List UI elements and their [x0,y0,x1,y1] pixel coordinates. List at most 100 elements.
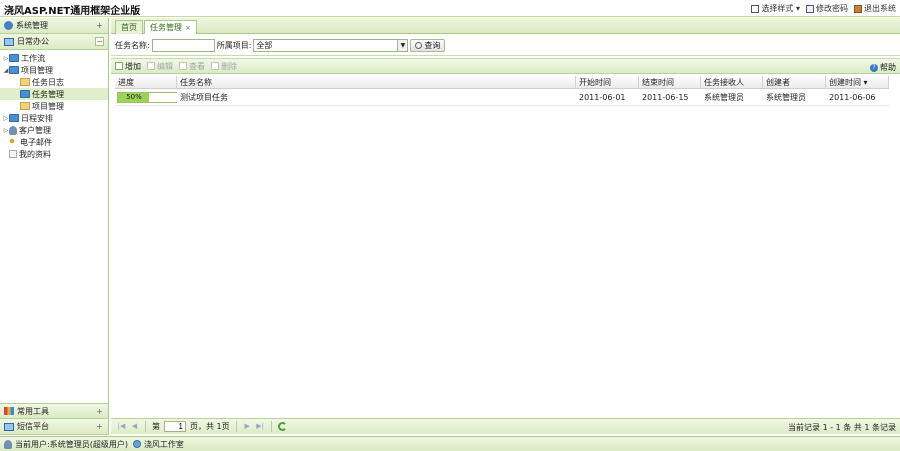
pager-info: 当前记录 1 - 1 条 共 1 条记录 [788,423,896,432]
tree-item-label: 日程安排 [21,113,53,123]
change-password-label: 修改密码 [816,4,848,13]
column-header-progress[interactable]: 进度 [115,75,177,89]
tree-item-task-log[interactable]: 任务日志 [0,76,108,88]
expand-icon[interactable]: + [95,422,104,431]
grid-header: 进度 任务名称 开始时间 结束时间 任务接收人 创建者 创建时间 ▾ [115,75,889,89]
progress-bar: 50% [117,91,177,103]
folder-icon [20,78,30,86]
column-header-task-name[interactable]: 任务名称 [177,75,576,89]
email-icon [9,137,18,147]
column-header-created-time[interactable]: 创建时间 ▾ [826,75,889,89]
tree-item-label: 任务管理 [32,89,64,99]
folder-icon [20,102,30,110]
password-icon [806,4,814,13]
page-prefix: 第 [152,422,160,431]
first-page-icon[interactable]: |◀ [117,422,126,431]
select-style-label: 选择样式 ▾ [761,4,800,13]
tab-task-management[interactable]: 任务管理 × [144,20,197,34]
expand-icon[interactable]: + [95,21,104,30]
help-button[interactable]: ? 帮助 [870,62,896,73]
tree-item-project-list[interactable]: 项目管理 [0,100,108,112]
accordion-sms-platform[interactable]: 短信平台 + [0,419,108,435]
delete-button[interactable]: 删除 [211,61,237,72]
tree-item-label: 工作流 [21,53,45,63]
tree-item-task-management[interactable]: 任务管理 [0,88,108,100]
monitor-icon [4,37,14,46]
project-folder-icon [9,66,19,74]
progress-text: 50% [126,92,142,101]
close-icon[interactable]: × [185,24,191,32]
table-row[interactable]: 50% 测试项目任务 2011-06-01 2011-06-15 系统管理员 系… [115,89,889,106]
tree-item-customer-management[interactable]: ▷ 客户管理 [0,124,108,136]
select-style-link[interactable]: 选择样式 ▾ [751,3,800,14]
accordion-label: 系统管理 [16,21,48,30]
app-header: 浇风ASP.NET通用框架企业版 选择样式 ▾ 修改密码 退出系统 [0,0,900,17]
accordion-system-management[interactable]: 系统管理 + [0,18,108,34]
calendar-icon [9,114,19,122]
add-icon [115,62,123,70]
project-select[interactable]: 全部 ▼ [253,38,409,52]
column-header-creator[interactable]: 创建者 [763,75,826,89]
tree-item-label: 客户管理 [19,125,51,135]
current-user-text: 当前用户:系统管理员(超级用户) [15,439,128,449]
pagination-bar: |◀ ◀ 第 页，共 1页 ▶ ▶| 当前记录 1 - 1 条 共 1 条记录 [111,418,900,434]
search-icon [415,41,423,49]
tree-item-label: 我的资料 [19,149,51,159]
accordion-common-tools[interactable]: 常用工具 + [0,403,108,419]
logout-link[interactable]: 退出系统 [854,3,896,14]
task-name-label: 任务名称: [115,40,150,50]
tree-item-schedule[interactable]: ▷ 日程安排 [0,112,108,124]
end-time-cell: 2011-06-15 [642,92,689,102]
status-bar: 当前用户:系统管理员(超级用户) 浇风工作室 [0,436,900,451]
accordion-label: 短信平台 [17,422,49,431]
expand-icon[interactable]: + [95,407,104,416]
pager-divider [145,421,146,432]
tab-label: 任务管理 [150,23,182,32]
page-suffix: 页，共 1页 [190,422,230,431]
tree-item-label: 项目管理 [21,65,53,75]
accordion-daily-office[interactable]: 日常办公 − [0,34,108,50]
chevron-down-icon[interactable]: ▼ [397,39,408,51]
workflow-icon [9,54,19,62]
change-password-link[interactable]: 修改密码 [806,3,848,14]
column-header-receiver[interactable]: 任务接收人 [701,75,763,89]
tools-icon [4,407,14,415]
add-button[interactable]: 增加 [115,61,141,72]
project-select-value: 全部 [256,40,273,50]
page-number-input[interactable] [164,421,186,432]
creator-cell: 系统管理员 [766,92,806,102]
receiver-cell: 系统管理员 [704,92,744,102]
accordion-label: 日常办公 [17,37,49,46]
task-name-input[interactable] [151,38,215,52]
next-page-icon[interactable]: ▶ [243,422,252,431]
progress-cell: 50% [115,89,177,106]
edit-label: 编辑 [157,61,173,71]
column-header-end-time[interactable]: 结束时间 [639,75,701,89]
search-bar: 任务名称: 所属项目: 全部 ▼ 查询 [111,35,900,56]
start-time-cell: 2011-06-01 [579,92,626,102]
refresh-icon[interactable] [277,422,287,431]
task-grid: 进度 任务名称 开始时间 结束时间 任务接收人 创建者 创建时间 ▾ 50% 测… [115,75,889,106]
prev-page-icon[interactable]: ◀ [130,422,139,431]
edit-button[interactable]: 编辑 [147,61,173,72]
query-label: 查询 [424,40,441,50]
created-time-cell: 2011-06-06 [829,92,876,102]
query-button[interactable]: 查询 [410,38,446,52]
edit-icon [147,62,155,70]
sms-icon [4,422,14,431]
accordion-label: 常用工具 [17,406,49,416]
last-page-icon[interactable]: ▶| [256,422,265,431]
sidebar-bottom-sections: 常用工具 + 短信平台 + [0,403,108,435]
tree-item-my-profile[interactable]: 我的资料 [0,148,108,160]
gear-icon [4,21,13,30]
tab-label: 首页 [121,23,137,32]
studio-text: 浇风工作室 [143,439,184,449]
view-button[interactable]: 查看 [179,61,205,72]
tab-home[interactable]: 首页 [115,20,143,34]
profile-icon [9,150,17,158]
collapse-icon[interactable]: − [95,37,104,46]
tree-item-workflow[interactable]: ▷ 工作流 [0,52,108,64]
tree-item-email[interactable]: 电子邮件 [0,136,108,148]
column-header-start-time[interactable]: 开始时间 [576,75,639,89]
tree-item-project-management[interactable]: ◢ 项目管理 [0,64,108,76]
